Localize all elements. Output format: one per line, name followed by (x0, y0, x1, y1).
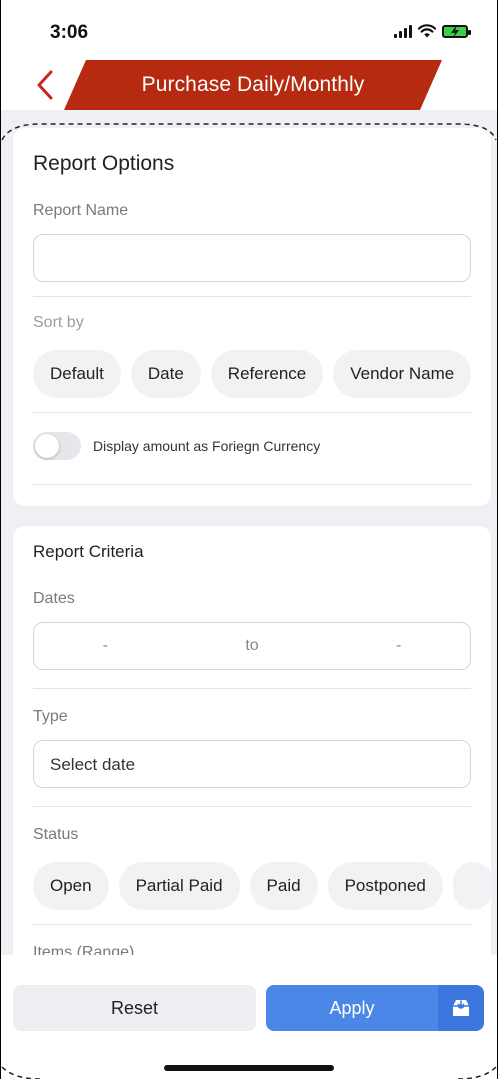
report-name-label: Report Name (33, 202, 129, 219)
status-time: 3:06 (50, 22, 89, 43)
divider (33, 412, 471, 413)
dates-label: Dates (33, 590, 75, 607)
date-separator: to (245, 637, 259, 654)
date-from[interactable]: - (103, 637, 108, 655)
save-report-button[interactable] (438, 985, 484, 1031)
foreign-currency-row: Display amount as Foriegn Currency (33, 432, 320, 460)
signal-icon (394, 24, 412, 38)
report-options-card: Report Options Report Name Sort by Defau… (13, 128, 491, 506)
divider (33, 484, 471, 485)
report-content[interactable]: Report Options Report Name Sort by Defau… (0, 110, 498, 955)
type-label: Type (33, 708, 68, 725)
status-label: Status (33, 826, 79, 843)
battery-charging-icon (442, 24, 471, 38)
sort-chip-default[interactable]: Default (33, 350, 121, 398)
sort-chip-reference[interactable]: Reference (210, 350, 324, 398)
apply-button[interactable]: Apply (266, 985, 438, 1031)
status-bar: 3:06 (0, 0, 498, 60)
status-chips: Open Partial Paid Paid Postponed (33, 862, 491, 910)
divider (33, 806, 471, 807)
status-chip-partial-paid[interactable]: Partial Paid (118, 862, 240, 910)
home-indicator (164, 1065, 334, 1071)
report-name-input[interactable] (33, 234, 471, 282)
divider (33, 924, 471, 925)
status-chip-paid[interactable]: Paid (249, 862, 318, 910)
sort-chip-vendor-name[interactable]: Vendor Name (333, 350, 472, 398)
back-button[interactable] (30, 66, 60, 104)
status-chip-partial[interactable] (452, 862, 491, 910)
sort-by-label: Sort by (33, 314, 84, 331)
nav-header: Purchase Daily/Monthly (0, 60, 498, 110)
chevron-left-icon (37, 70, 53, 100)
save-report-icon (453, 1000, 469, 1016)
type-select[interactable]: Select date (33, 740, 471, 788)
items-range-label: Items (Range) (33, 944, 135, 955)
sort-by-chips: Default Date Reference Vendor Name (33, 350, 491, 398)
divider (33, 296, 471, 297)
sort-chip-date[interactable]: Date (130, 350, 201, 398)
report-criteria-card: Report Criteria Dates - to - Type Select… (13, 526, 491, 955)
wifi-icon (418, 24, 436, 38)
date-to[interactable]: - (396, 637, 401, 655)
status-icons (394, 24, 471, 38)
status-chip-open[interactable]: Open (33, 862, 109, 910)
dates-range-input[interactable]: - to - (33, 622, 471, 670)
reset-button[interactable]: Reset (13, 985, 256, 1031)
status-chip-postponed[interactable]: Postponed (327, 862, 443, 910)
type-placeholder: Select date (50, 755, 136, 774)
foreign-currency-toggle[interactable] (33, 432, 81, 460)
divider (33, 688, 471, 689)
foreign-currency-label: Display amount as Foriegn Currency (93, 438, 321, 454)
bottom-action-bar: Reset Apply (0, 955, 498, 1079)
report-criteria-title: Report Criteria (33, 542, 144, 561)
page-title: Purchase Daily/Monthly (141, 73, 365, 96)
report-options-title: Report Options (33, 152, 175, 175)
